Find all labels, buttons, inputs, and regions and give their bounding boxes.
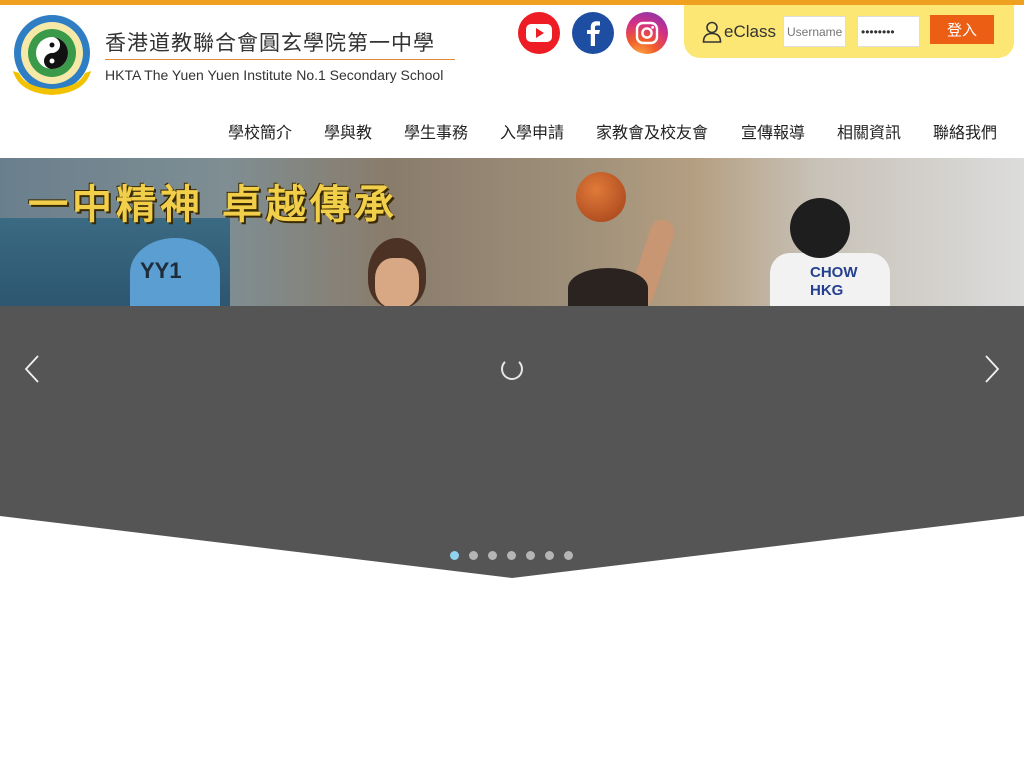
school-name-chinese: 香港道教聯合會圓玄學院第一中學: [105, 31, 435, 55]
nav-item-student-affairs[interactable]: 學生事務: [404, 119, 468, 143]
school-name-english: HKTA The Yuen Yuen Institute No.1 Second…: [105, 67, 444, 83]
loading-spinner-icon: [501, 358, 523, 380]
user-icon: [702, 21, 722, 43]
username-input[interactable]: [783, 16, 846, 47]
banner-image[interactable]: YY1 CHOW HKG 一中精神 卓越傳承: [0, 158, 1024, 306]
main-navigation: 學校簡介 學與教 學生事務 入學申請 家教會及校友會 宣傳報導 相關資訊 聯絡我…: [0, 119, 1024, 143]
carousel-next-arrow-icon[interactable]: [982, 354, 1002, 384]
basketball: [576, 172, 626, 222]
site-header: 香港道教聯合會圓玄學院第一中學 HKTA The Yuen Yuen Insti…: [0, 5, 1024, 158]
nav-item-pta-alumni[interactable]: 家教會及校友會: [596, 119, 708, 143]
basketball-player: [568, 268, 648, 306]
hero-bottom-curve: [0, 516, 1024, 768]
nav-item-related-info[interactable]: 相關資訊: [837, 119, 901, 143]
fencer-jacket-text: CHOW HKG: [810, 264, 858, 300]
fencer-mask: [790, 198, 850, 258]
nav-item-about[interactable]: 學校簡介: [228, 119, 292, 143]
student-face: [375, 258, 419, 306]
password-input[interactable]: [857, 16, 920, 47]
instagram-icon[interactable]: [626, 12, 668, 54]
nav-item-admission[interactable]: 入學申請: [500, 119, 564, 143]
eclass-login-panel: eClass 登入: [684, 5, 1014, 58]
carousel-prev-arrow-icon[interactable]: [22, 354, 42, 384]
nav-item-publicity[interactable]: 宣傳報導: [741, 119, 805, 143]
nav-item-learning-teaching[interactable]: 學與教: [324, 119, 372, 143]
fencer-text-name: CHOW: [810, 264, 858, 281]
facebook-icon[interactable]: [572, 12, 614, 54]
login-button[interactable]: 登入: [930, 15, 994, 44]
nav-item-contact[interactable]: 聯絡我們: [933, 119, 997, 143]
title-divider: [105, 59, 455, 60]
school-logo[interactable]: [9, 13, 95, 99]
fencer-text-country: HKG: [810, 282, 844, 299]
banner-slogan: 一中精神 卓越傳承: [28, 181, 398, 228]
swimmer-cap-text: YY1: [140, 258, 182, 283]
eclass-label: eClass: [724, 22, 776, 41]
youtube-icon[interactable]: [518, 12, 560, 54]
